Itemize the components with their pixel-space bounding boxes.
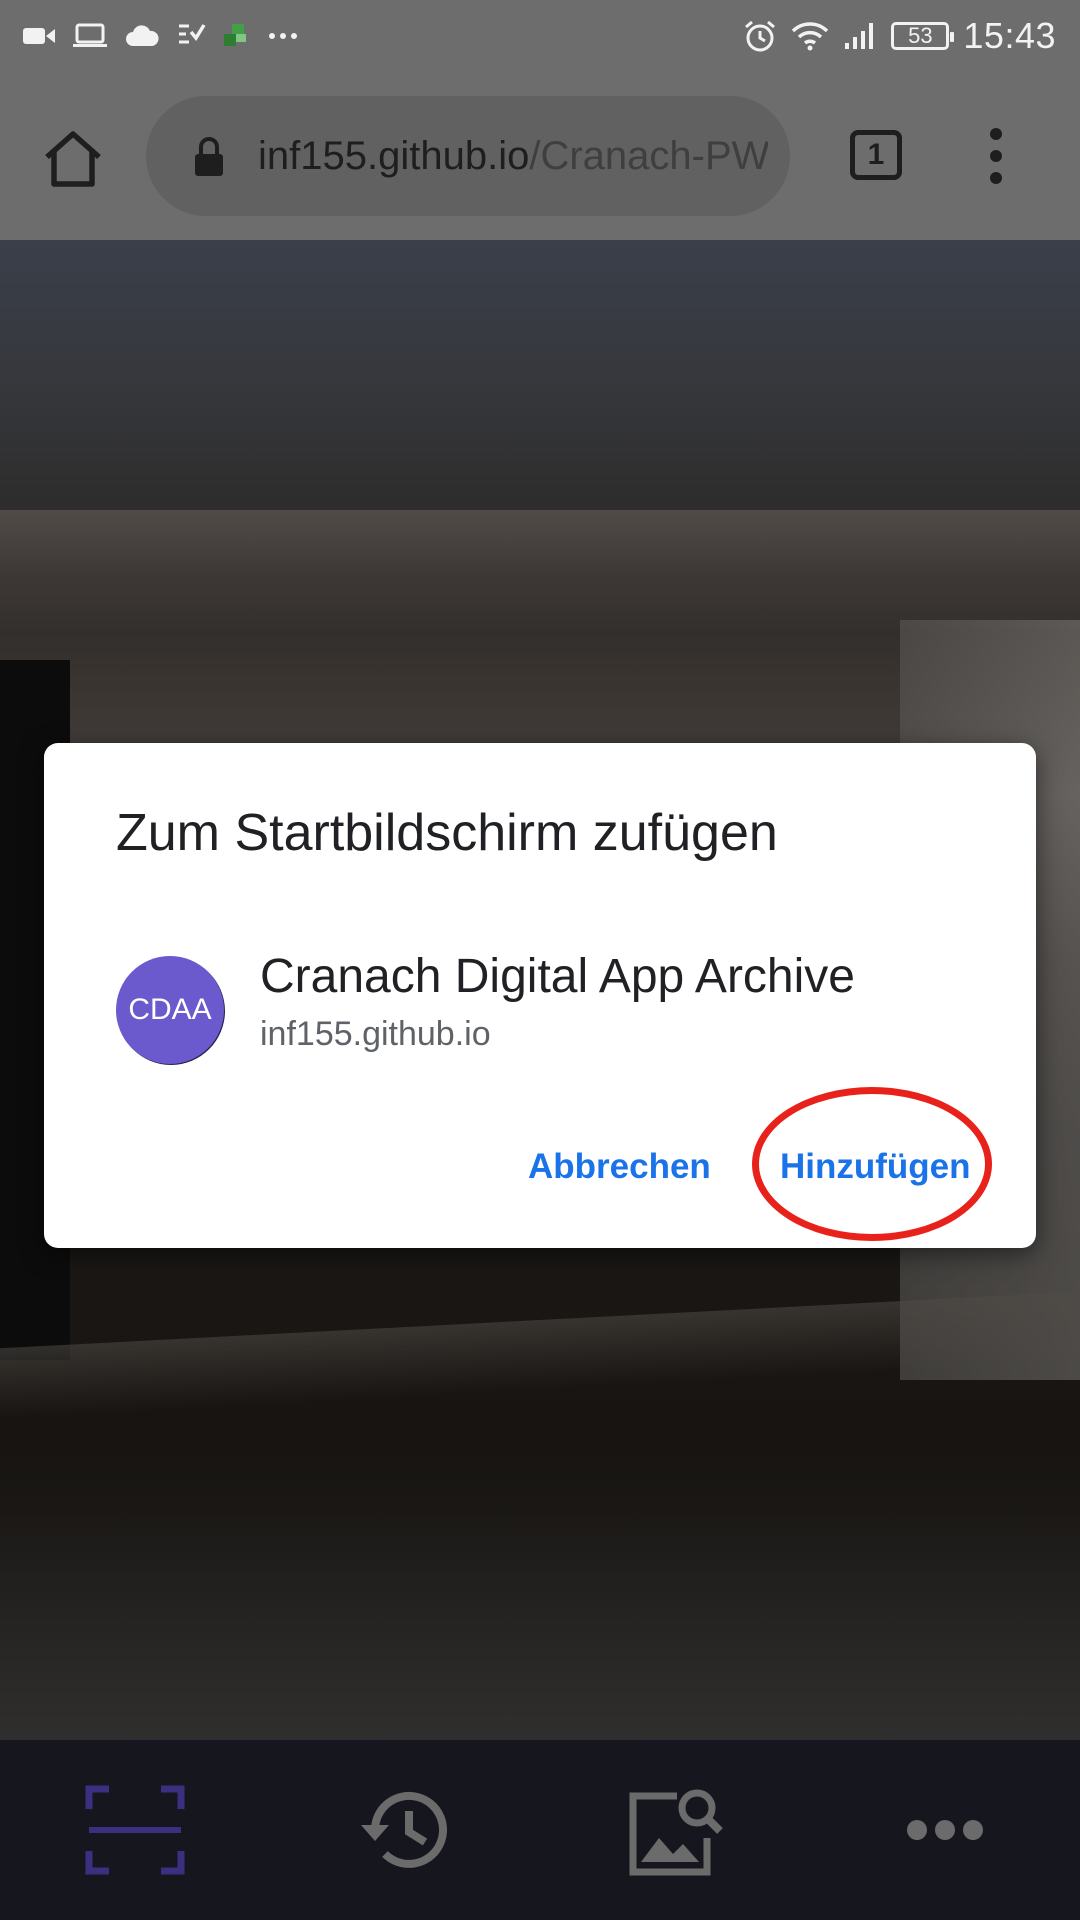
video-icon xyxy=(23,28,55,44)
menu-dot xyxy=(990,150,1002,162)
address-bar[interactable]: inf155.github.io/Cranach-PWA xyxy=(146,96,790,216)
add-to-homescreen-dialog: Zum Startbildschirm zufügen CDAA Cranach… xyxy=(44,743,1036,1248)
battery-icon: 53 xyxy=(891,22,955,50)
tab-switcher-button[interactable]: 1 xyxy=(850,130,902,180)
checklist-icon xyxy=(179,24,206,44)
scan-icon xyxy=(85,1785,185,1875)
nav-more[interactable] xyxy=(890,1780,1000,1880)
bottom-navigation xyxy=(0,1740,1080,1920)
menu-dot xyxy=(990,128,1002,140)
url-host: inf155.github.io xyxy=(258,134,530,178)
background-monitor-edge xyxy=(0,510,1080,630)
more-horizontal-icon xyxy=(907,1820,983,1840)
home-icon xyxy=(45,131,101,187)
background-shelf xyxy=(0,1291,1080,1419)
status-right-icons: 53 15:43 xyxy=(743,10,1056,62)
history-icon xyxy=(361,1791,447,1868)
status-time: 15:43 xyxy=(963,15,1056,56)
home-button[interactable] xyxy=(38,124,108,194)
battery-level: 53 xyxy=(908,23,933,48)
cancel-button[interactable]: Abbrechen xyxy=(528,1140,711,1194)
screen: 53 15:43 inf155.github.io/Cranach-PWA 1 … xyxy=(0,0,1080,1920)
add-button[interactable]: Hinzufügen xyxy=(780,1140,971,1194)
app-icon: CDAA xyxy=(116,956,224,1064)
alarm-icon xyxy=(745,20,776,52)
app-icon-label: CDAA xyxy=(128,993,212,1026)
nav-image-search[interactable] xyxy=(620,1780,730,1880)
wifi-icon xyxy=(792,22,829,51)
nav-scan[interactable] xyxy=(80,1780,190,1880)
laptop-icon xyxy=(73,23,107,47)
app-name: Cranach Digital App Archive xyxy=(260,950,855,1003)
tab-count: 1 xyxy=(867,138,885,171)
status-bar: 53 15:43 xyxy=(0,0,1080,72)
browser-menu-button[interactable] xyxy=(976,128,1016,184)
dialog-title: Zum Startbildschirm zufügen xyxy=(116,804,778,862)
app-url: inf155.github.io xyxy=(260,1015,491,1053)
app-notification-icon xyxy=(224,24,246,46)
lock-icon xyxy=(195,137,223,176)
background-floor xyxy=(0,1500,1080,1740)
browser-toolbar: inf155.github.io/Cranach-PWA 1 xyxy=(0,72,1080,240)
nav-history[interactable] xyxy=(350,1780,460,1880)
url-text[interactable]: inf155.github.io/Cranach-PWA xyxy=(258,126,768,186)
cloud-icon xyxy=(126,25,159,46)
signal-icon xyxy=(845,23,874,49)
image-search-icon xyxy=(629,1789,723,1876)
more-icon xyxy=(269,33,297,39)
status-left-icons xyxy=(22,16,298,56)
menu-dot xyxy=(990,172,1002,184)
url-path: /Cranach-PWA xyxy=(529,134,768,178)
